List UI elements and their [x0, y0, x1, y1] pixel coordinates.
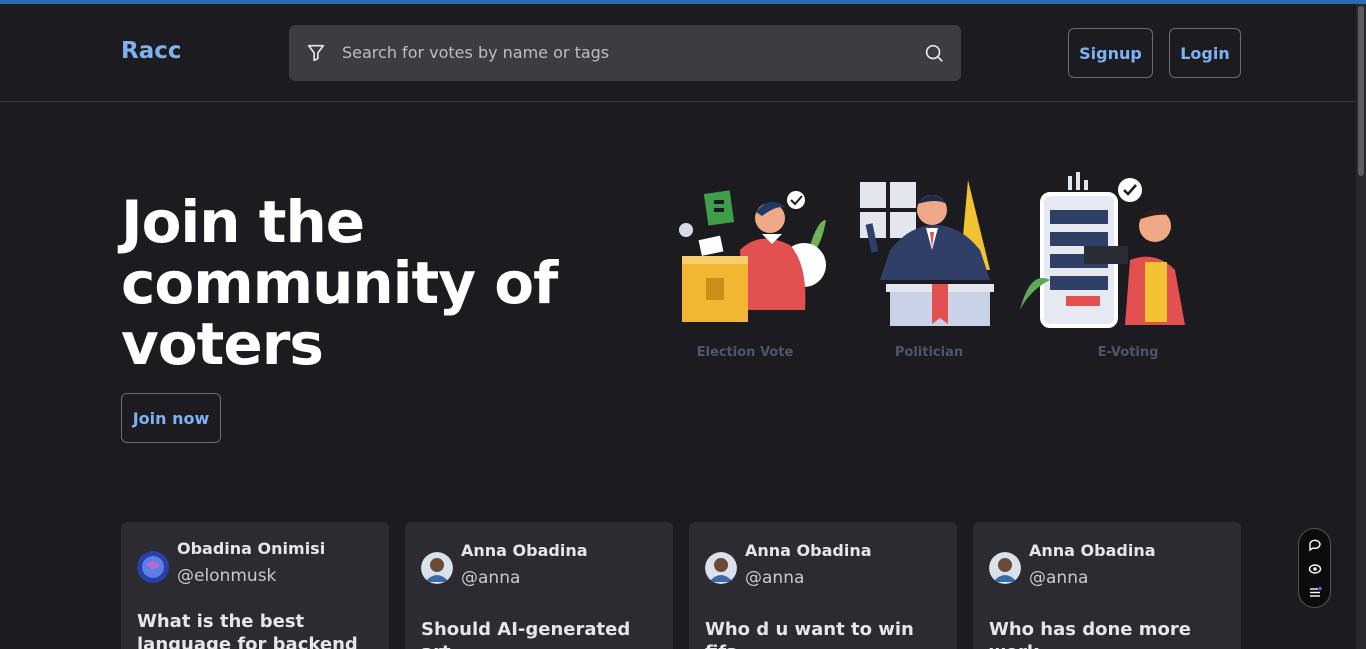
eye-icon[interactable]	[1308, 562, 1322, 576]
floating-toolbar	[1298, 528, 1331, 608]
e-voting-caption: E-Voting	[1097, 345, 1159, 360]
menu-icon[interactable]	[1308, 585, 1322, 599]
search-bar[interactable]: Search for votes by name or tags	[289, 25, 961, 81]
poll-author-name[interactable]: Anna Obadina	[461, 541, 588, 560]
avatar[interactable]	[705, 552, 737, 584]
poll-question[interactable]: Who d u want to win fifa	[705, 618, 945, 649]
chat-icon[interactable]	[1308, 538, 1322, 552]
poll-card[interactable]: Anna Obadina @anna Who d u want to win f…	[689, 522, 957, 649]
poll-author-handle[interactable]: @elonmusk	[177, 566, 276, 586]
header: Racc Search for votes by name or tags Si…	[0, 4, 1356, 102]
login-button[interactable]: Login	[1169, 28, 1241, 78]
page-scrollbar[interactable]	[1356, 4, 1366, 649]
hero-title: Join the community of voters	[121, 188, 558, 378]
signup-button[interactable]: Signup	[1068, 28, 1153, 78]
ballot-box-illustration	[679, 190, 826, 322]
election-vote-caption: Election Vote	[696, 345, 794, 360]
poll-card[interactable]: Anna Obadina @anna Who has done more wor…	[973, 522, 1241, 649]
poll-question[interactable]: Should AI-generated art	[421, 618, 661, 649]
avatar[interactable]	[137, 551, 169, 583]
poll-question[interactable]: Who has done more work	[989, 618, 1229, 649]
search-icon[interactable]	[923, 42, 945, 64]
scrollbar-thumb[interactable]	[1358, 6, 1364, 176]
search-input[interactable]: Search for votes by name or tags	[342, 43, 609, 62]
logo[interactable]: Racc	[121, 38, 182, 64]
poll-author-name[interactable]: Obadina Onimisi	[177, 539, 325, 558]
poll-card[interactable]: Anna Obadina @anna Should AI-generated a…	[405, 522, 673, 649]
politician-caption: Politician	[894, 345, 964, 360]
phone-voting-illustration	[1020, 172, 1185, 328]
poll-author-handle[interactable]: @anna	[1029, 568, 1088, 588]
avatar[interactable]	[421, 552, 453, 584]
filter-icon[interactable]	[305, 42, 327, 64]
poll-author-handle[interactable]: @anna	[461, 568, 520, 588]
poll-author-name[interactable]: Anna Obadina	[745, 541, 872, 560]
avatar[interactable]	[989, 552, 1021, 584]
poll-author-name[interactable]: Anna Obadina	[1029, 541, 1156, 560]
poll-author-handle[interactable]: @anna	[745, 568, 804, 588]
podium-speaker-illustration	[860, 180, 994, 326]
poll-card[interactable]: Obadina Onimisi @elonmusk What is the be…	[121, 522, 389, 649]
join-now-button[interactable]: Join now	[121, 393, 221, 443]
poll-question[interactable]: What is the best language for backend	[137, 610, 377, 649]
